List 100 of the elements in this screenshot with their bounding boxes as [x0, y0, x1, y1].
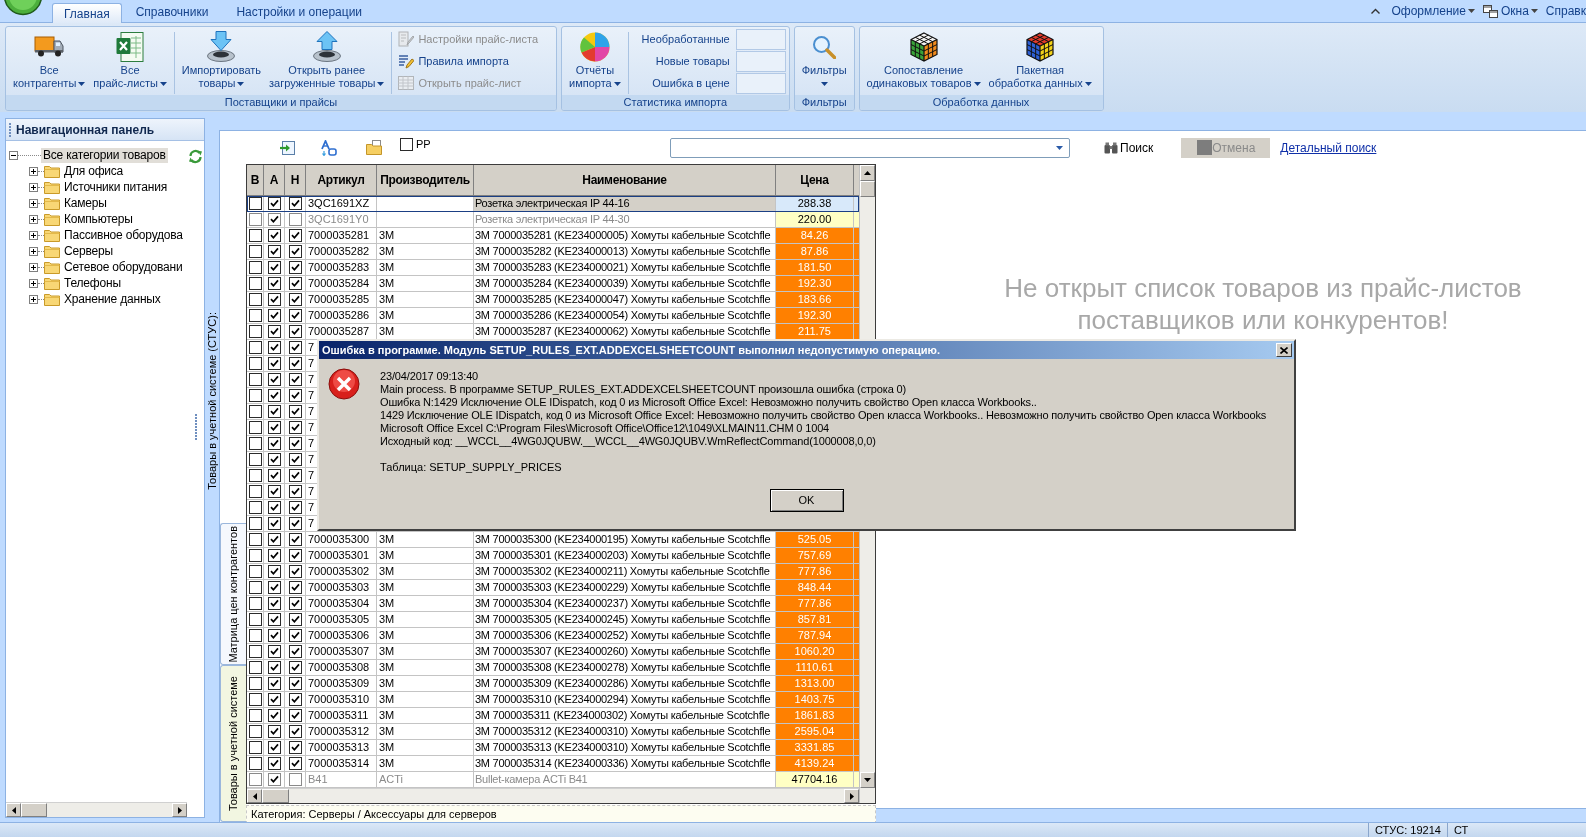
table-cell: 7000035286 [306, 308, 377, 324]
price-cell: 4139.24 [776, 756, 854, 772]
table-cell: 3M [377, 276, 474, 292]
table-cell: 7000035282 [306, 244, 377, 260]
table-cell: 7000035284 [306, 276, 377, 292]
table-cell: 3M [377, 644, 474, 660]
price-cell: 525.05 [776, 532, 854, 548]
price-cell: 1110.61 [776, 660, 854, 676]
table-cell: 3M 7000035308 (KE234000278) Хомуты кабельные Scotchfle [474, 660, 776, 676]
table-cell: 3M [377, 228, 474, 244]
table-cell: 3M [377, 564, 474, 580]
price-cell: 47704.16 [776, 772, 854, 788]
dialog-message-line: 23/04/2017 09:13:40 [380, 370, 480, 383]
price-cell: 183.66 [776, 292, 854, 308]
table-cell: 3M 7000035302 (KE234000211) Хомуты кабельные Scotchfle [474, 564, 776, 580]
table-cell: 3M 7000035311 (KE234000302) Хомуты кабельные Scotchfle [474, 708, 776, 724]
table-cell: 3M [377, 724, 474, 740]
table-cell: 7000035310 [306, 692, 377, 708]
dialog-message-line: Main process. В программе SETUP_RULES_EXT.ADDEXCELSHEETCOUNT произошла ошибка (строка 0) [380, 383, 908, 396]
table-cell: 3M 7000035307 (KE234000260) Хомуты кабельные Scotchfle [474, 644, 776, 660]
table-cell: 3M 7000035282 (KE234000013) Хомуты кабельные Scotchfle [474, 244, 776, 260]
table-cell: 7000035307 [306, 644, 377, 660]
price-cell: 288.38 [776, 196, 854, 212]
table-cell: 7000035305 [306, 612, 377, 628]
price-cell: 1313.00 [776, 676, 854, 692]
table-cell: 7000035302 [306, 564, 377, 580]
table-cell: 7000035309 [306, 676, 377, 692]
table-cell: 7000035301 [306, 548, 377, 564]
price-cell: 857.81 [776, 612, 854, 628]
empty-state-message: Не открыт список товаров из прайс-листов поставщиков или конкурентов! [1003, 272, 1523, 336]
price-cell: 192.30 [776, 308, 854, 324]
table-cell: 3M [377, 244, 474, 260]
table-cell: 3M 7000035283 (KE234000021) Хомуты кабельные Scotchfle [474, 260, 776, 276]
table-cell: 3M [377, 660, 474, 676]
table-cell: 3M 7000035284 (KE234000039) Хомуты кабельные Scotchfle [474, 276, 776, 292]
table-cell: 7000035312 [306, 724, 377, 740]
table-cell: 7000035314 [306, 756, 377, 772]
table-cell: 3M [377, 676, 474, 692]
table-cell: 7000035311 [306, 708, 377, 724]
ribbon-group-label: Статистика импорта [562, 95, 789, 110]
table-cell: 7000035304 [306, 596, 377, 612]
dialog-message-line: Исходный код: __WCCL__4WG0JQUBW.__WCCL__4WG0JQUBV.WmReflectCommand(1000008,0,0) [380, 435, 877, 448]
price-cell: 757.69 [776, 548, 854, 564]
table-cell: 7000035306 [306, 628, 377, 644]
table-cell: 3M [377, 612, 474, 628]
table-cell: 3M [377, 756, 474, 772]
table-cell: 7000035285 [306, 292, 377, 308]
table-cell: Розетка электрическая IP 44-16 [474, 196, 776, 212]
table-cell: 3M [377, 532, 474, 548]
table-cell: 3M [377, 260, 474, 276]
price-cell: 181.50 [776, 260, 854, 276]
table-cell: 3M 7000035309 (KE234000286) Хомуты кабельные Scotchfle [474, 676, 776, 692]
table-cell: 3M [377, 292, 474, 308]
table-cell: 3M 7000035304 (KE234000237) Хомуты кабельные Scotchfle [474, 596, 776, 612]
stat-label: Необработанные [641, 31, 730, 47]
table-cell: 3M 7000035300 (KE234000195) Хомуты кабельные Scotchfle [474, 532, 776, 548]
table-cell: 3QC1691Y0 [306, 212, 377, 228]
table-cell: 3M 7000035306 (KE234000252) Хомуты кабельные Scotchfle [474, 628, 776, 644]
table-cell: 3QC1691XZ [306, 196, 377, 212]
price-cell: 87.86 [776, 244, 854, 260]
dialog-message-line: Ошибка N:1429 Исключение OLE IDispatch, код 0 из Microsoft Office Excel: Невозможно получить свойство Open класса Workbooks.. [380, 396, 1038, 409]
checkbox-label: PP [416, 137, 431, 153]
price-cell: 1403.75 [776, 692, 854, 708]
table-cell: 3M 7000035305 (KE234000245) Хомуты кабельные Scotchfle [474, 612, 776, 628]
price-cell: 2595.04 [776, 724, 854, 740]
ribbon-group-label: Поставщики и прайсы [6, 95, 556, 110]
price-cell: 777.86 [776, 564, 854, 580]
table-cell: 3M [377, 692, 474, 708]
table-cell: 3M [377, 708, 474, 724]
table-cell: 3M [377, 596, 474, 612]
table-cell: 7000035283 [306, 260, 377, 276]
price-cell: 192.30 [776, 276, 854, 292]
stat-label: Ошибка в цене [652, 75, 730, 91]
table-cell: 7000035308 [306, 660, 377, 676]
table-cell: 7000035313 [306, 740, 377, 756]
price-cell: 787.94 [776, 628, 854, 644]
status-panel: СТ [1446, 823, 1475, 837]
table-cell: 3M [377, 740, 474, 756]
dialog-message-line: 1429 Исключение OLE IDispatch, код 0 из Microsoft Office Excel: Невозможно получить свойство Open класса Workbooks.. Невозможно получить свойство Open класса Workbooks [380, 409, 1267, 422]
status-panel: СТУС: 19214 [1368, 823, 1447, 837]
table-cell: 3M 7000035312 (KE234000310) Хомуты кабельные Scotchfle [474, 724, 776, 740]
table-cell: Розетка электрическая IP 44-30 [474, 212, 776, 228]
price-cell: 777.86 [776, 596, 854, 612]
price-cell: 1060.20 [776, 644, 854, 660]
price-cell: 1861.83 [776, 708, 854, 724]
price-cell: 848.44 [776, 580, 854, 596]
ribbon-group-label: Фильтры [794, 95, 854, 110]
table-cell: 7000035281 [306, 228, 377, 244]
table-cell: 3M [377, 628, 474, 644]
dialog-message-line: Таблица: SETUP_SUPPLY_PRICES [380, 461, 563, 474]
table-cell: 7000035300 [306, 532, 377, 548]
table-cell: 7000035303 [306, 580, 377, 596]
ribbon-group-label: Обработка данных [859, 95, 1103, 110]
table-cell: 3M 7000035310 (KE234000294) Хомуты кабельные Scotchfle [474, 692, 776, 708]
price-cell: 220.00 [776, 212, 854, 228]
table-cell: 3M 7000035313 (KE234000310) Хомуты кабельные Scotchfle [474, 740, 776, 756]
price-cell: 3331.85 [776, 740, 854, 756]
table-cell: 3M [377, 548, 474, 564]
price-cell: 84.26 [776, 228, 854, 244]
price-cell: 211.75 [776, 324, 854, 340]
